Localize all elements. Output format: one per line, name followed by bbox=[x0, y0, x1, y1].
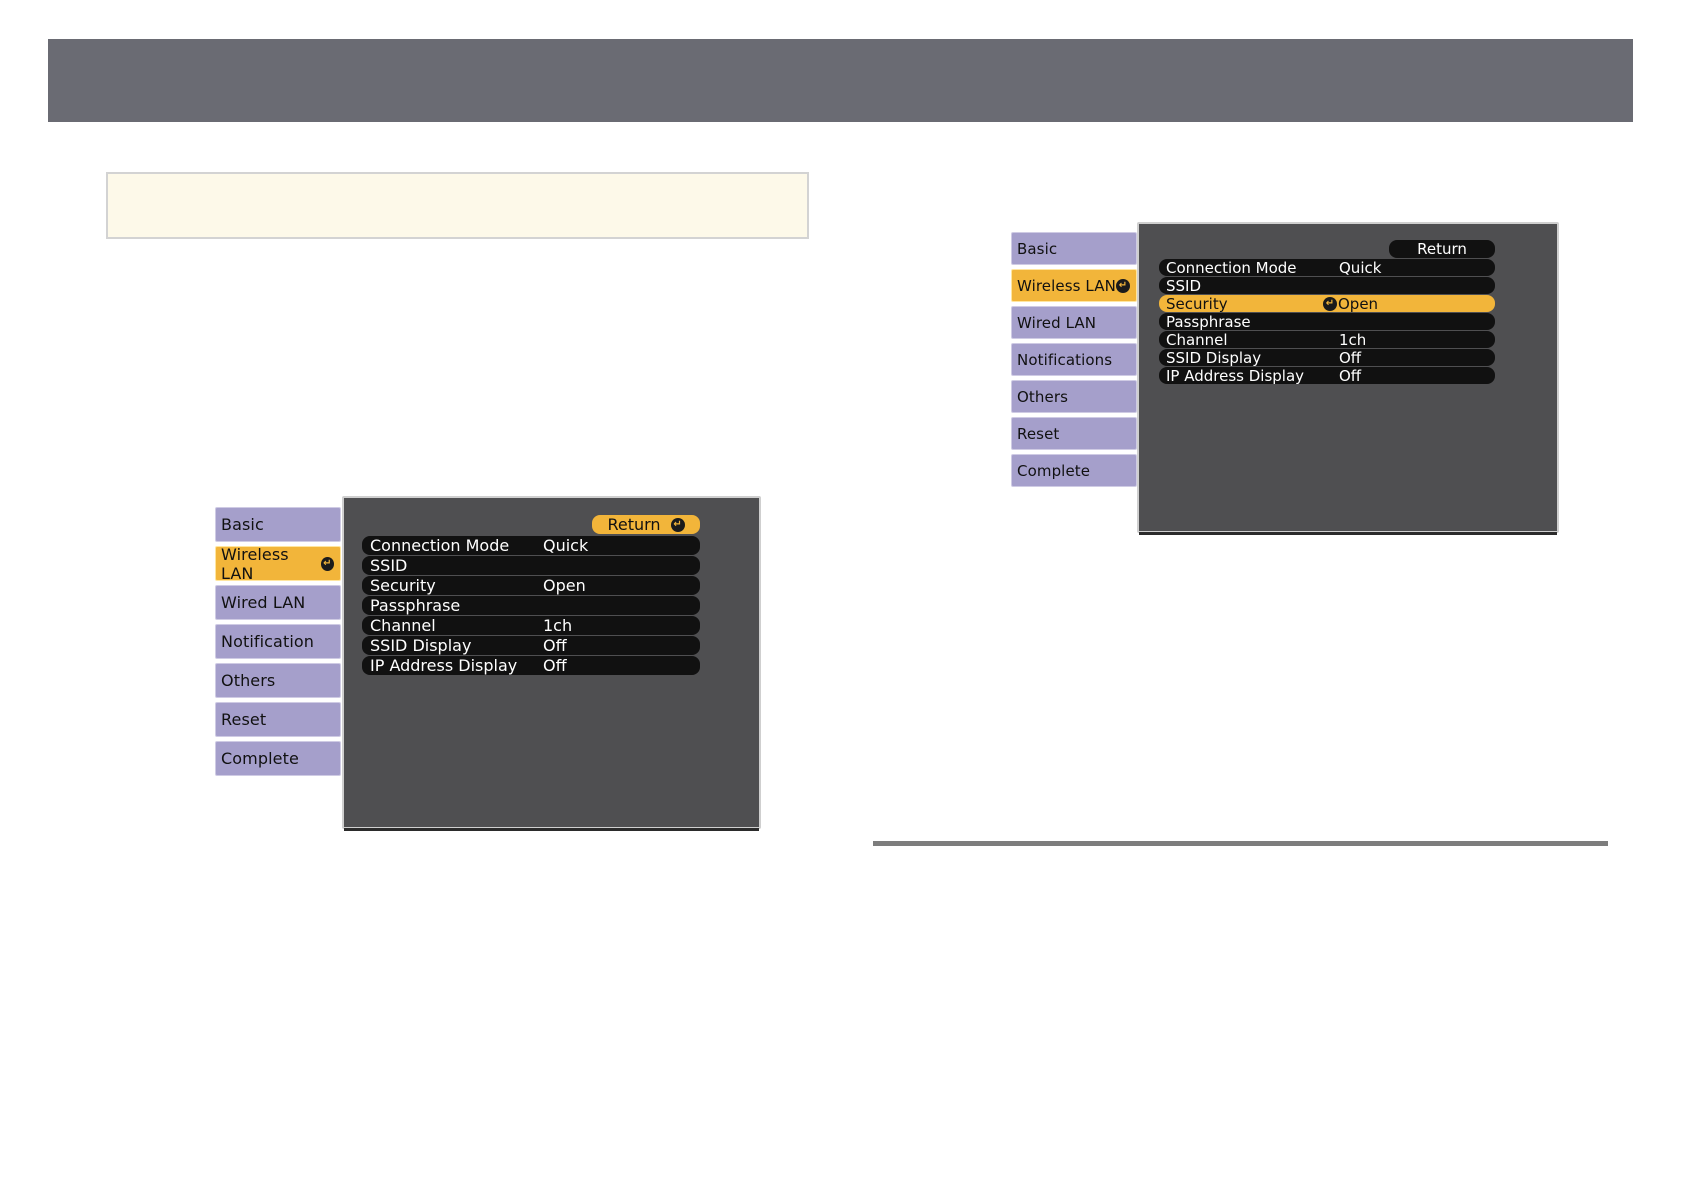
enter-icon: ↵ bbox=[1116, 278, 1130, 293]
enter-icon: ↵ bbox=[320, 556, 334, 571]
tab-label: Complete bbox=[1017, 461, 1091, 480]
row-connection-mode[interactable]: Connection Mode Quick bbox=[362, 536, 700, 555]
row-passphrase[interactable]: Passphrase bbox=[1159, 312, 1495, 331]
row-connection-mode[interactable]: Connection Mode Quick bbox=[1159, 258, 1495, 277]
row-ip-address-display[interactable]: IP Address Display Off bbox=[1159, 366, 1495, 385]
tab-label: Wireless LAN bbox=[1017, 276, 1116, 295]
row-ssid-display[interactable]: SSID Display Off bbox=[362, 636, 700, 655]
tab-notification[interactable]: Notification bbox=[215, 624, 341, 659]
row-value-wrap: ↵ Open bbox=[1323, 295, 1378, 313]
tab-label: Complete bbox=[221, 749, 299, 768]
tab-others[interactable]: Others bbox=[1011, 380, 1137, 413]
row-label: Channel bbox=[370, 616, 436, 635]
enter-icon: ↵ bbox=[1323, 296, 1337, 311]
row-value: Open bbox=[543, 576, 586, 595]
tab-basic[interactable]: Basic bbox=[215, 507, 341, 542]
row-value: Off bbox=[543, 656, 567, 675]
row-label: Channel bbox=[1166, 330, 1228, 349]
tab-notifications[interactable]: Notifications bbox=[1011, 343, 1137, 376]
tab-label: Basic bbox=[1017, 239, 1058, 258]
row-label: Connection Mode bbox=[370, 536, 510, 555]
row-ip-address-display[interactable]: IP Address Display Off bbox=[362, 656, 700, 675]
tab-wired-lan[interactable]: Wired LAN bbox=[1011, 306, 1137, 339]
projector-menu-left: Basic Wireless LAN ↵ Wired LAN Notificat… bbox=[215, 496, 765, 831]
tab-label: Basic bbox=[221, 515, 264, 534]
row-security[interactable]: Security ↵ Open bbox=[1159, 294, 1495, 313]
tab-label: Reset bbox=[1017, 424, 1060, 443]
row-label: Passphrase bbox=[1166, 312, 1251, 331]
section-divider bbox=[873, 841, 1608, 846]
row-label: SSID Display bbox=[370, 636, 472, 655]
row-passphrase[interactable]: Passphrase bbox=[362, 596, 700, 615]
projector-menu-right: Basic Wireless LAN ↵ Wired LAN Notificat… bbox=[1011, 222, 1561, 537]
page-header-bar bbox=[48, 39, 1633, 122]
row-label: Connection Mode bbox=[1166, 258, 1297, 277]
tab-label: Others bbox=[221, 671, 276, 690]
row-ssid[interactable]: SSID bbox=[362, 556, 700, 575]
row-value: 1ch bbox=[1339, 330, 1367, 349]
row-value: Quick bbox=[543, 536, 589, 555]
row-label: Security bbox=[1166, 294, 1228, 313]
note-box bbox=[106, 172, 809, 239]
tab-wired-lan[interactable]: Wired LAN bbox=[215, 585, 341, 620]
row-value: Off bbox=[1339, 348, 1362, 367]
return-label: Return bbox=[1417, 240, 1467, 258]
tab-label: Others bbox=[1017, 387, 1069, 406]
tab-label: Wired LAN bbox=[221, 593, 306, 612]
return-button[interactable]: Return ↵ bbox=[592, 515, 700, 534]
tab-reset[interactable]: Reset bbox=[215, 702, 341, 737]
row-value: Off bbox=[543, 636, 567, 655]
tab-basic[interactable]: Basic bbox=[1011, 232, 1137, 265]
row-value: 1ch bbox=[543, 616, 573, 635]
tab-label: Reset bbox=[221, 710, 267, 729]
row-ssid[interactable]: SSID bbox=[1159, 276, 1495, 295]
tab-complete[interactable]: Complete bbox=[215, 741, 341, 776]
row-channel[interactable]: Channel 1ch bbox=[362, 616, 700, 635]
row-value: Open bbox=[1338, 294, 1379, 313]
tab-reset[interactable]: Reset bbox=[1011, 417, 1137, 450]
return-label: Return bbox=[607, 515, 661, 534]
settings-panel: Return Connection Mode Quick SSID Securi… bbox=[1137, 222, 1559, 535]
tab-label: Notification bbox=[221, 632, 315, 651]
row-security[interactable]: Security Open bbox=[362, 576, 700, 595]
row-label: IP Address Display bbox=[370, 656, 518, 675]
row-value: Quick bbox=[1339, 258, 1382, 277]
tab-wireless-lan[interactable]: Wireless LAN ↵ bbox=[1011, 269, 1137, 302]
row-label: Passphrase bbox=[370, 596, 461, 615]
row-value: Off bbox=[1339, 366, 1362, 385]
tab-label: Wired LAN bbox=[1017, 313, 1097, 332]
row-label: SSID bbox=[370, 556, 408, 575]
tab-label: Notifications bbox=[1017, 350, 1113, 369]
enter-icon: ↵ bbox=[670, 517, 685, 532]
row-label: SSID Display bbox=[1166, 348, 1262, 367]
row-channel[interactable]: Channel 1ch bbox=[1159, 330, 1495, 349]
tab-label: Wireless LAN bbox=[221, 544, 289, 583]
row-ssid-display[interactable]: SSID Display Off bbox=[1159, 348, 1495, 367]
row-label: SSID bbox=[1166, 276, 1202, 295]
row-label: IP Address Display bbox=[1166, 366, 1305, 385]
tab-complete[interactable]: Complete bbox=[1011, 454, 1137, 487]
settings-panel: Return ↵ Connection Mode Quick SSID Secu… bbox=[342, 496, 761, 831]
tab-others[interactable]: Others bbox=[215, 663, 341, 698]
row-label: Security bbox=[370, 576, 436, 595]
tab-wireless-lan[interactable]: Wireless LAN ↵ bbox=[215, 544, 341, 583]
return-button[interactable]: Return bbox=[1389, 240, 1495, 258]
